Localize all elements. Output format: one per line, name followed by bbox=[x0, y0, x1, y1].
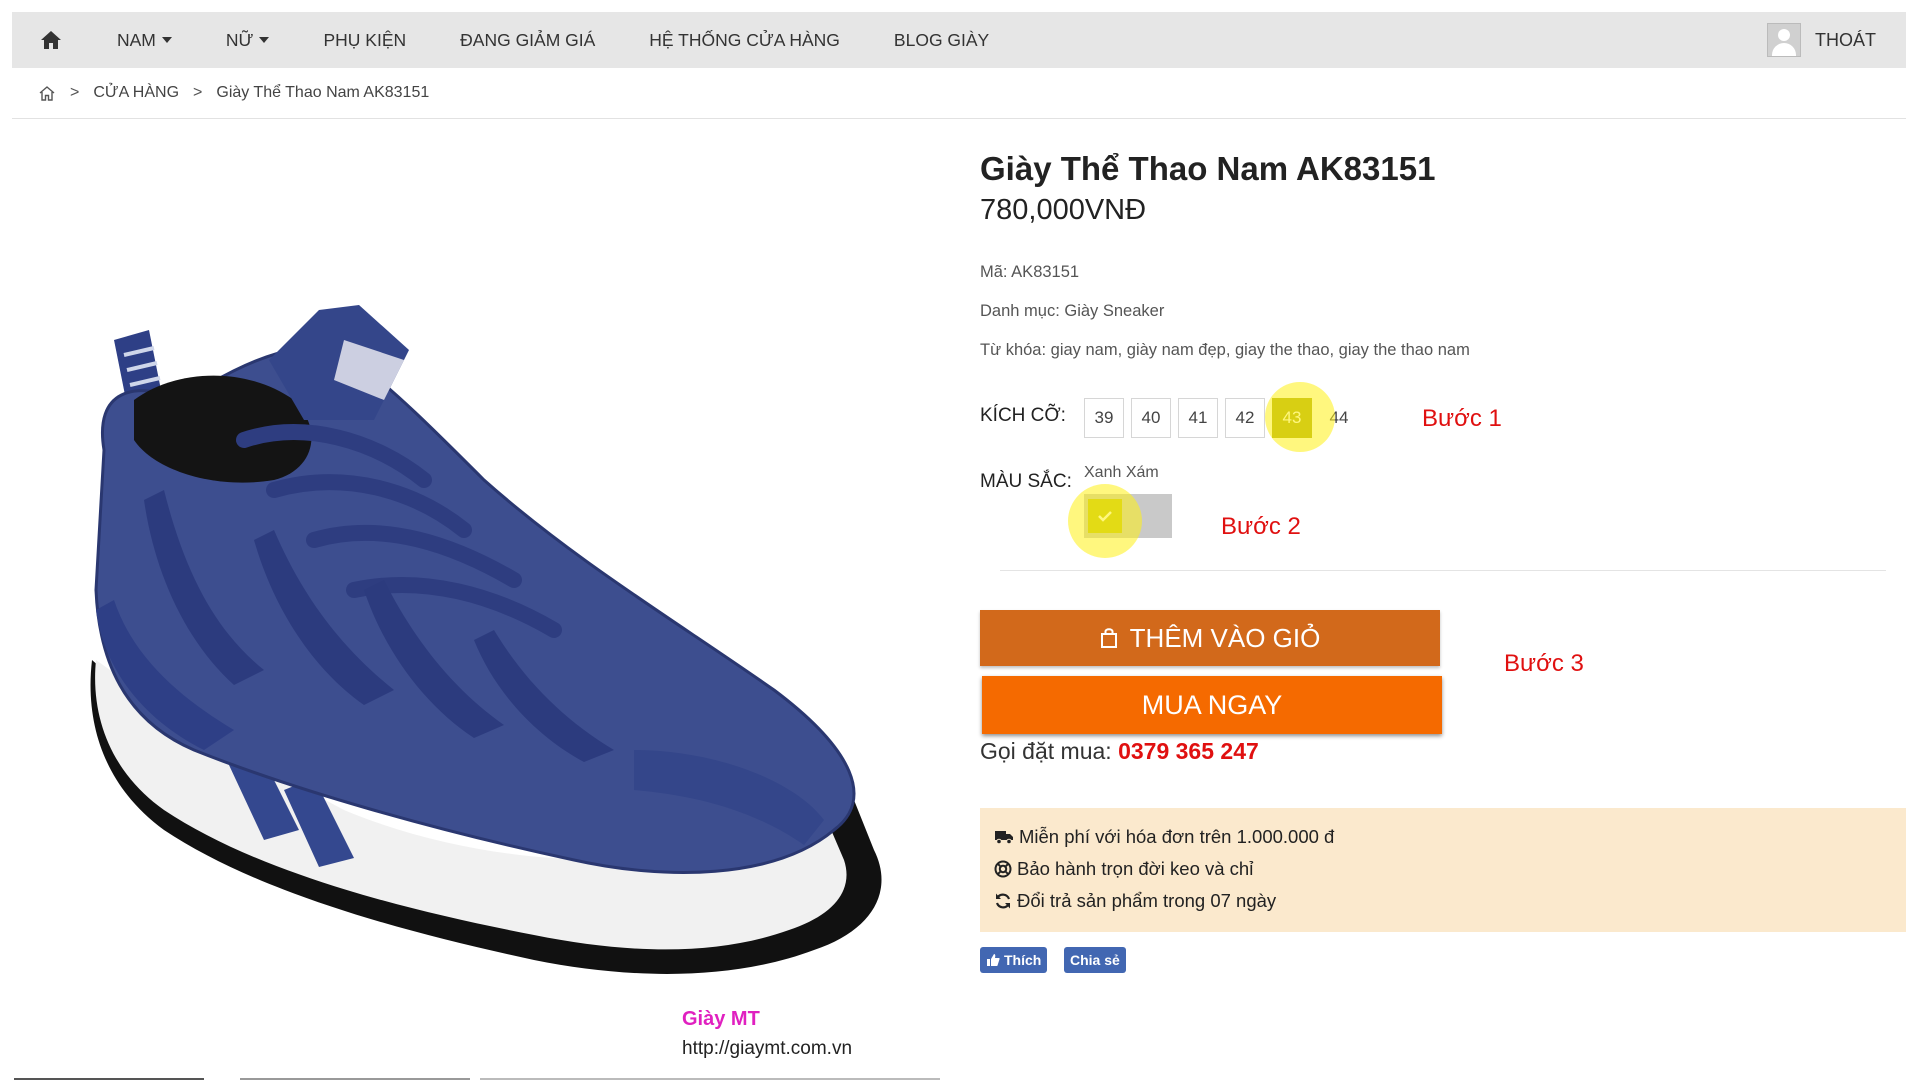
home-outline-icon[interactable] bbox=[38, 85, 56, 102]
lifebuoy-icon bbox=[994, 860, 1012, 878]
nav-item-nu[interactable]: NỮ bbox=[199, 12, 297, 68]
product-title: Giày Thể Thao Nam AK83151 bbox=[980, 150, 1436, 187]
nav-item-nam[interactable]: NAM bbox=[90, 12, 199, 68]
color-selected-check[interactable] bbox=[1088, 499, 1122, 533]
facebook-like-button[interactable]: Thích bbox=[980, 947, 1048, 973]
avatar bbox=[1767, 23, 1801, 57]
nav-item-phu-kien[interactable]: PHỤ KIỆN bbox=[296, 12, 433, 68]
perk-text: Đổi trả sản phẩm trong 07 ngày bbox=[1017, 890, 1277, 911]
logout-label: THOÁT bbox=[1815, 29, 1876, 50]
product-image[interactable] bbox=[14, 190, 934, 1030]
top-navigation-bar: NAM NỮ PHỤ KIỆN ĐANG GIẢM GIÁ HỆ THỐNG C… bbox=[12, 12, 1906, 68]
size-option[interactable]: 40 bbox=[1131, 398, 1171, 438]
caret-down-icon bbox=[161, 37, 172, 43]
breadcrumb-current: Giày Thể Thao Nam AK83151 bbox=[216, 84, 430, 101]
shopping-bag-icon bbox=[1100, 628, 1117, 648]
nav-item-blog-giay[interactable]: BLOG GIÀY bbox=[867, 12, 1016, 68]
nav-item-label: NAM bbox=[117, 29, 156, 50]
size-option-selected[interactable]: 43 bbox=[1272, 398, 1312, 438]
call-prefix: Gọi đặt mua: bbox=[980, 738, 1112, 764]
perk-item: Bảo hành trọn đời keo và chỉ bbox=[994, 858, 1253, 880]
home-button[interactable] bbox=[12, 12, 90, 68]
buy-now-button[interactable]: MUA NGAY bbox=[982, 676, 1442, 734]
home-icon bbox=[41, 31, 61, 49]
size-label: KÍCH CỠ: bbox=[980, 405, 1066, 426]
perks-box: Miễn phí với hóa đơn trên 1.000.000 đ Bả… bbox=[980, 808, 1906, 932]
size-selector: 39 40 41 42 43 44 bbox=[1084, 398, 1359, 438]
breadcrumb: > CỬA HÀNG > Giày Thể Thao Nam AK83151 bbox=[38, 80, 429, 106]
refresh-icon bbox=[995, 893, 1011, 909]
logout-button[interactable]: THOÁT bbox=[1767, 23, 1906, 57]
nav-item-label: BLOG GIÀY bbox=[893, 29, 990, 50]
perk-text: Miễn phí với hóa đơn trên 1.000.000 đ bbox=[1019, 826, 1335, 847]
nav-item-label: ĐANG GIẢM GIÁ bbox=[460, 29, 596, 50]
nav-item-he-thong-cua-hang[interactable]: HỆ THỐNG CỬA HÀNG bbox=[622, 12, 867, 68]
facebook-share-button[interactable]: Chia sẻ bbox=[1064, 947, 1126, 973]
add-to-cart-label: THÊM VÀO GIỎ bbox=[1129, 622, 1321, 653]
call-to-order: Gọi đặt mua: 0379 365 247 bbox=[980, 738, 1259, 765]
nav-item-label: HỆ THỐNG CỬA HÀNG bbox=[649, 29, 840, 50]
color-label: MÀU SẮC: bbox=[980, 471, 1072, 492]
size-option[interactable]: 41 bbox=[1178, 398, 1218, 438]
product-category: Danh mục: Giày Sneaker bbox=[980, 302, 1165, 320]
product-price: 780,000VNĐ bbox=[980, 194, 1147, 226]
share-label: Chia sẻ bbox=[1070, 952, 1120, 968]
section-divider bbox=[1000, 570, 1886, 571]
breadcrumb-separator: > bbox=[70, 84, 80, 101]
caret-down-icon bbox=[259, 37, 270, 43]
perk-text: Bảo hành trọn đời keo và chỉ bbox=[1017, 858, 1254, 879]
product-code: Mã: AK83151 bbox=[980, 263, 1080, 281]
truck-icon bbox=[995, 831, 1013, 845]
breadcrumb-shop-link[interactable]: CỬA HÀNG bbox=[93, 84, 179, 102]
add-to-cart-button[interactable]: THÊM VÀO GIỎ bbox=[980, 610, 1440, 666]
thumbs-up-icon bbox=[987, 954, 1000, 966]
nav-item-label: PHỤ KIỆN bbox=[323, 29, 407, 50]
like-label: Thích bbox=[1004, 952, 1042, 968]
size-option[interactable]: 39 bbox=[1084, 398, 1124, 438]
breadcrumb-separator: > bbox=[193, 84, 203, 101]
watermark-url: http://giaymt.com.vn bbox=[682, 1038, 853, 1059]
nav-item-dang-giam-gia[interactable]: ĐANG GIẢM GIÁ bbox=[433, 12, 622, 68]
watermark-brand: Giày MT bbox=[682, 1008, 760, 1030]
step-1-label: Bước 1 bbox=[1422, 405, 1502, 432]
size-option[interactable]: 44 bbox=[1319, 398, 1359, 438]
size-option[interactable]: 42 bbox=[1225, 398, 1265, 438]
nav-item-label: NỮ bbox=[225, 29, 254, 50]
perk-item: Đổi trả sản phẩm trong 07 ngày bbox=[994, 890, 1276, 912]
sneaker-image bbox=[90, 305, 882, 974]
buy-now-label: MUA NGAY bbox=[1141, 689, 1283, 720]
phone-number[interactable]: 0379 365 247 bbox=[1118, 738, 1259, 764]
perk-item: Miễn phí với hóa đơn trên 1.000.000 đ bbox=[994, 826, 1334, 848]
breadcrumb-divider bbox=[12, 118, 1906, 119]
checkmark-icon bbox=[1098, 511, 1112, 522]
color-name: Xanh Xám bbox=[1084, 464, 1159, 481]
step-2-label: Bước 2 bbox=[1221, 513, 1301, 540]
step-3-label: Bước 3 bbox=[1504, 650, 1584, 677]
product-keywords: Từ khóa: giay nam, giày nam đẹp, giay th… bbox=[980, 341, 1470, 359]
